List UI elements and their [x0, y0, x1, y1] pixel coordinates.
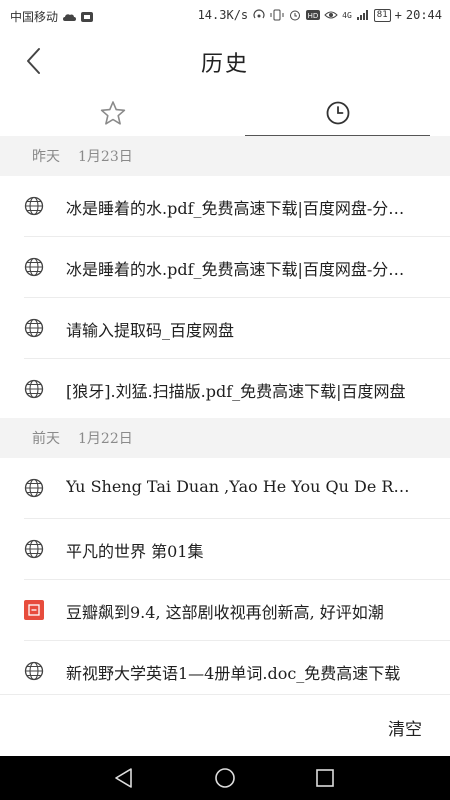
clear-history-button[interactable]: 清空 [388, 715, 422, 740]
nav-recents-icon[interactable] [313, 766, 337, 790]
tab-bar [0, 90, 450, 137]
history-item[interactable]: [狼牙].刘猛.扫描版.pdf_免费高速下载|百度网盘 [0, 359, 450, 420]
globe-icon [24, 661, 44, 681]
charging-icon: + [394, 8, 402, 22]
alarm-icon [290, 10, 301, 21]
battery-indicator: 81 [373, 8, 391, 22]
hotspot-icon [253, 9, 265, 19]
group-date: 1月22日 [78, 431, 133, 447]
tab-history[interactable] [245, 90, 430, 136]
status-bar: 中国移动 14.3K/s HD 4G 81 + 20:44 [0, 0, 450, 32]
signal-icon [356, 10, 368, 20]
status-left: 中国移动 [10, 8, 94, 25]
history-item-title: Yu Sheng Tai Duan ,Yao He You Qu De Ren … [66, 477, 418, 496]
history-item[interactable]: 平凡的世界 第01集 [0, 519, 450, 580]
date-group-header: 昨天 1月23日 [0, 136, 450, 176]
group-date: 1月23日 [78, 149, 133, 165]
globe-icon [24, 257, 44, 277]
group-day: 昨天 [32, 149, 60, 165]
globe-icon [24, 478, 44, 498]
star-icon [100, 101, 125, 125]
svg-text:HD: HD [308, 12, 319, 20]
nav-back-icon[interactable] [112, 766, 136, 790]
eye-icon [324, 11, 338, 19]
footer-bar: 清空 [0, 694, 450, 757]
history-item-title: 冰是睡着的水.pdf_免费高速下载|百度网盘-分享无限制 [66, 199, 418, 218]
clock-icon [326, 101, 349, 125]
app-notification-icon [81, 11, 94, 22]
history-item-title: 新视野大学英语1—4册单词.doc_免费高速下载 [66, 664, 401, 683]
history-item[interactable]: 冰是睡着的水.pdf_免费高速下载|百度网盘-分享无限制 [0, 237, 450, 298]
history-item[interactable]: 新视野大学英语1—4册单词.doc_免费高速下载 [0, 641, 450, 702]
status-time: 20:44 [405, 8, 442, 22]
history-item-title: 平凡的世界 第01集 [66, 542, 204, 561]
network-type: 4G [342, 10, 352, 20]
page-title: 历史 [200, 52, 249, 77]
globe-icon [24, 318, 44, 338]
history-item-title: [狼牙].刘猛.扫描版.pdf_免费高速下载|百度网盘 [66, 382, 406, 401]
history-item-title: 请输入提取码_百度网盘 [66, 321, 235, 340]
history-item[interactable]: 请输入提取码_百度网盘 [0, 298, 450, 359]
nav-home-icon[interactable] [213, 766, 237, 790]
network-speed: 14.3K/s [197, 8, 249, 22]
globe-icon [24, 379, 44, 399]
history-item[interactable]: 豆瓣飙到9.4, 这部剧收视再创新高, 好评如潮 [0, 580, 450, 641]
date-group-header: 前天 1月22日 [0, 418, 450, 458]
header: 历史 [0, 32, 450, 90]
history-item-title: 豆瓣飙到9.4, 这部剧收视再创新高, 好评如潮 [66, 603, 384, 622]
history-item[interactable]: 冰是睡着的水.pdf_免费高速下载|百度网盘-分享无限制 [0, 176, 450, 237]
weather-icon [63, 13, 77, 21]
douban-icon [24, 600, 44, 620]
carrier-label: 中国移动 [10, 10, 59, 24]
globe-icon [24, 196, 44, 216]
hd-icon: HD [306, 10, 321, 20]
tab-favorites[interactable] [20, 90, 205, 136]
history-item[interactable]: Yu Sheng Tai Duan ,Yao He You Qu De Ren … [0, 458, 450, 519]
status-right: 14.3K/s HD 4G 81 + 20:44 [198, 8, 442, 22]
group-day: 前天 [32, 431, 60, 447]
history-item-title: 冰是睡着的水.pdf_免费高速下载|百度网盘-分享无限制 [66, 260, 418, 279]
vibrate-icon [270, 9, 284, 21]
globe-icon [24, 539, 44, 559]
system-nav-bar [0, 756, 450, 800]
